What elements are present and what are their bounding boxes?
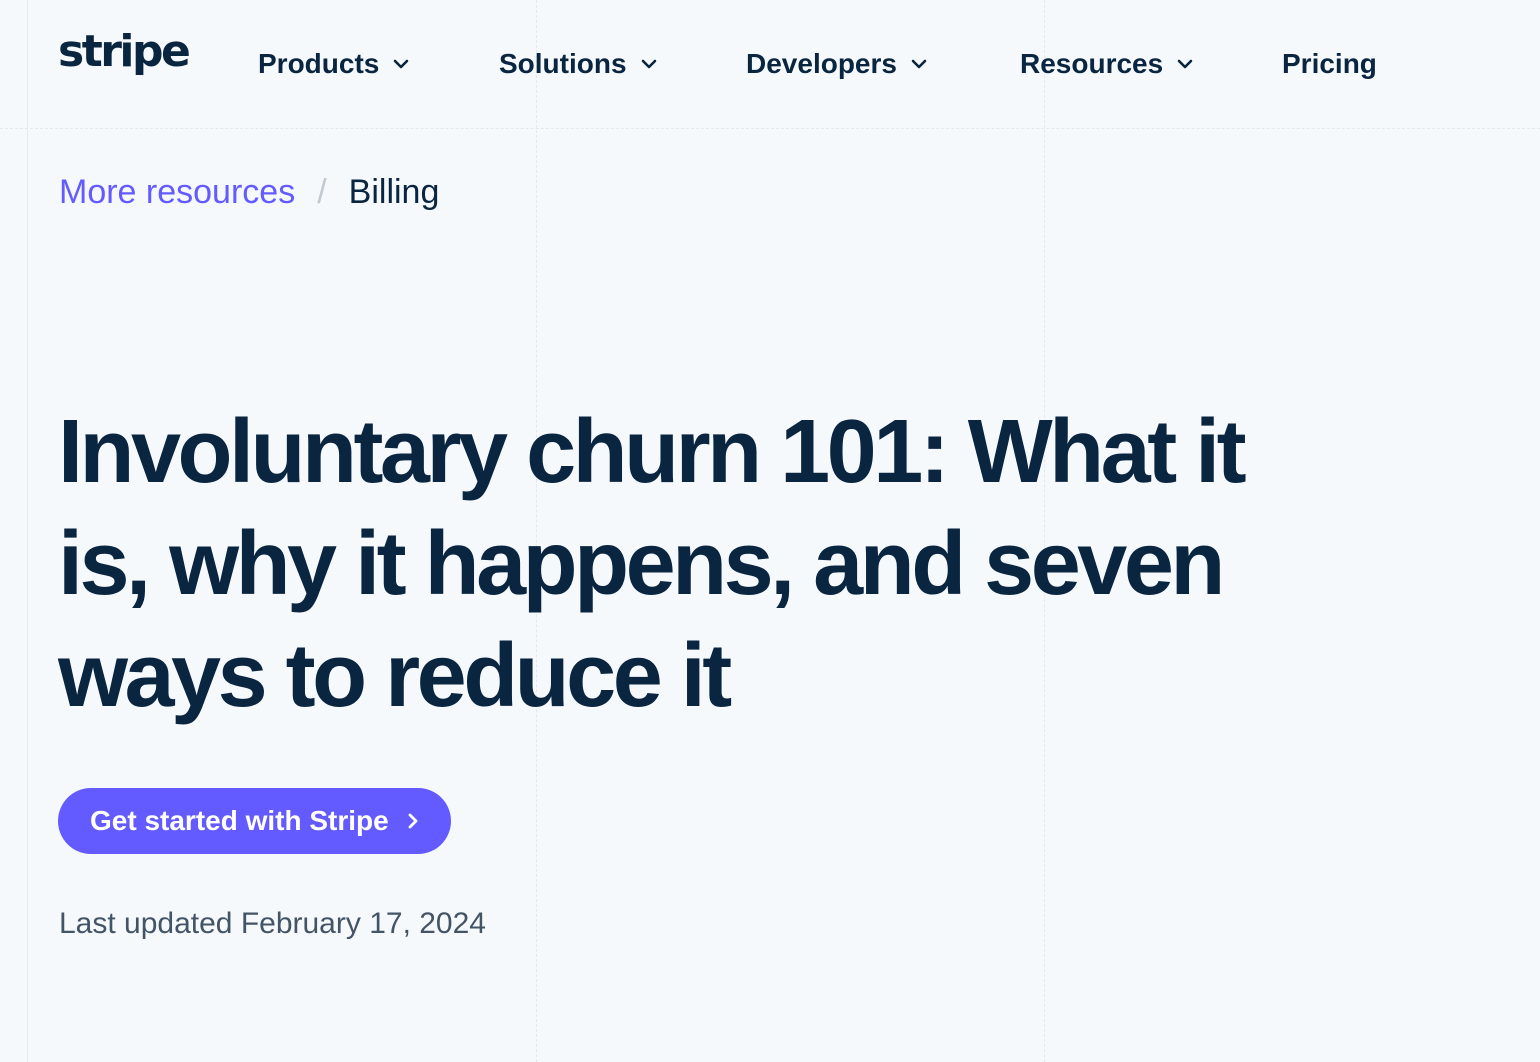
nav-item-products[interactable]: Products bbox=[258, 44, 411, 84]
nav-item-label: Pricing bbox=[1282, 48, 1377, 79]
get-started-button-label: Get started with Stripe bbox=[90, 805, 389, 836]
nav-item-pricing[interactable]: Pricing bbox=[1282, 44, 1377, 84]
nav-item-label: Products bbox=[258, 48, 380, 79]
nav-item-developers[interactable]: Developers bbox=[746, 44, 929, 84]
get-started-button[interactable]: Get started with Stripe bbox=[58, 788, 451, 854]
nav-item-solutions[interactable]: Solutions bbox=[499, 44, 659, 84]
nav-item-label: Solutions bbox=[499, 48, 627, 79]
stripe-logo[interactable]: stripe bbox=[58, 30, 191, 74]
nav-item-resources[interactable]: Resources bbox=[1020, 44, 1195, 84]
last-updated-text: Last updated February 17, 2024 bbox=[59, 907, 486, 940]
header-divider bbox=[0, 128, 1540, 129]
breadcrumb: More resources / Billing bbox=[59, 170, 439, 214]
chevron-down-icon bbox=[909, 54, 929, 74]
chevron-down-icon bbox=[639, 54, 659, 74]
page-title: Involuntary churn 101: What it is, why i… bbox=[58, 402, 1247, 726]
nav-item-label: Developers bbox=[746, 48, 897, 79]
chevron-right-icon bbox=[405, 811, 421, 831]
breadcrumb-separator: / bbox=[317, 173, 327, 211]
nav-item-label: Resources bbox=[1020, 48, 1164, 79]
chevron-down-icon bbox=[391, 54, 411, 74]
breadcrumb-current: Billing bbox=[348, 173, 440, 211]
page-border-line bbox=[27, 0, 28, 1062]
chevron-down-icon bbox=[1175, 54, 1195, 74]
breadcrumb-link-more-resources[interactable]: More resources bbox=[59, 170, 295, 214]
